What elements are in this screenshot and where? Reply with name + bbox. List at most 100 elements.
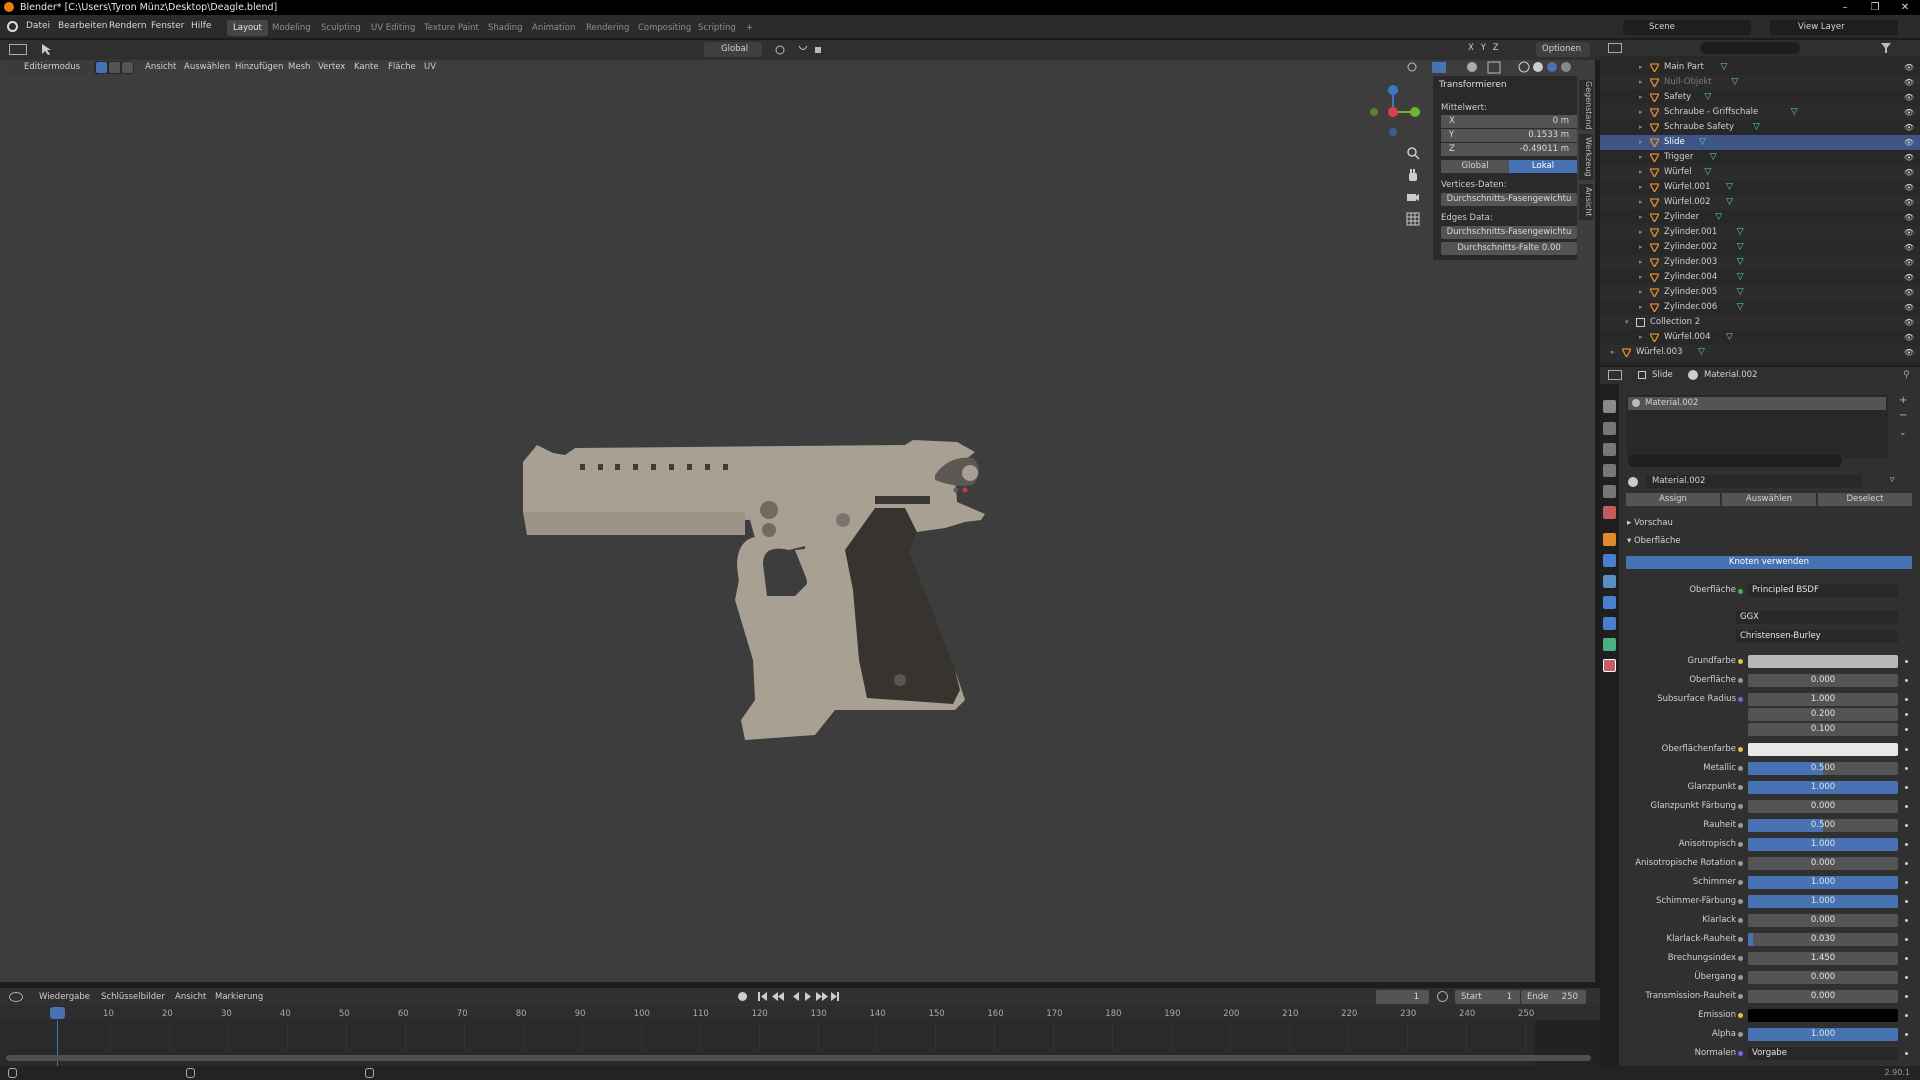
keyframe-dot-icon[interactable] [1905,843,1908,846]
face-select-icon[interactable] [122,62,133,73]
color-swatch[interactable] [1748,743,1898,756]
mesh-data-icon[interactable]: ▽ [1726,180,1733,195]
scene-selector[interactable]: Scene [1623,20,1751,35]
median-z-field[interactable]: Z -0.49011 m [1441,143,1577,156]
menu-edit[interactable]: Bearbeiten [58,21,107,31]
vector-input-field[interactable]: Vorgabe [1748,1047,1898,1060]
keyframe-dot-icon[interactable] [1905,881,1908,884]
outliner-row[interactable]: ▸ Würfel.004 ▽ 👁 [1600,330,1920,345]
tab-layout[interactable]: Layout [227,20,268,36]
vector-component-field[interactable]: 0.100 [1748,723,1898,736]
keyframe-dot-icon[interactable] [1905,976,1908,979]
output-tab-icon[interactable] [1603,443,1616,456]
menu-playback[interactable]: Wiedergabe [39,992,90,1002]
zoom-icon[interactable] [1406,146,1420,160]
visibility-eye-icon[interactable]: 👁 [1904,150,1914,165]
socket-dot-icon[interactable] [1738,918,1743,923]
keyframe-dot-icon[interactable] [1905,728,1908,731]
mesh-data-icon[interactable]: ▽ [1731,75,1738,90]
scene-tab-icon[interactable] [1603,485,1616,498]
3d-viewport[interactable]: Editiermodus Ansicht Auswählen Hinzufüge… [0,60,1595,982]
orientation-dropdown[interactable]: Global [704,42,762,57]
vertex-select-icon[interactable] [96,62,107,73]
world-tab-icon[interactable] [1603,506,1616,519]
outliner-row[interactable]: ▸ Zylinder.003 ▽ 👁 [1600,255,1920,270]
visibility-eye-icon[interactable]: 👁 [1904,90,1914,105]
expand-arrow-icon[interactable]: ▸ [1639,330,1643,345]
timeline-area[interactable]: 1102030405060708090100110120130140150160… [0,1006,1600,1066]
menu-markers[interactable]: Markierung [215,992,263,1002]
mesh-data-icon[interactable]: ▽ [1699,135,1706,150]
view-layer-tab-icon[interactable] [1603,464,1616,477]
keyframe-dot-icon[interactable] [1905,805,1908,808]
keyframe-dot-icon[interactable] [1905,679,1908,682]
outliner-row[interactable]: ▸ Safety ▽ 👁 [1600,90,1920,105]
slider-field[interactable]: 0.000 [1748,990,1898,1003]
slider-field[interactable]: 0.000 [1748,800,1898,813]
slider-field[interactable]: 1.000 [1748,1028,1898,1041]
tab-view[interactable]: Ansicht [1579,184,1593,220]
playback-controls[interactable] [756,990,841,1003]
tab-texture-paint[interactable]: Texture Paint [418,20,485,36]
menu-render[interactable]: Rendern [109,21,147,31]
expand-arrow-icon[interactable]: ▸ [1639,210,1643,225]
slot-filter-input[interactable] [1628,455,1842,467]
distribution-dropdown[interactable]: GGX [1736,611,1898,624]
minimize-button[interactable]: – [1830,0,1860,15]
menu-help[interactable]: Hilfe [191,21,211,31]
outliner-editor-icon[interactable] [1608,43,1622,53]
mesh-data-icon[interactable]: ▽ [1726,330,1733,345]
keyframe-dot-icon[interactable] [1905,824,1908,827]
clock-icon[interactable] [1437,991,1448,1002]
frame-ruler[interactable] [0,1006,1600,1020]
color-swatch[interactable] [1748,655,1898,668]
menu-timeline-view[interactable]: Ansicht [175,992,206,1002]
keyframe-dot-icon[interactable] [1905,938,1908,941]
outliner-row[interactable]: ▸ Main Part ▽ 👁 [1600,60,1920,75]
mesh-data-icon[interactable]: ▽ [1753,120,1760,135]
tab-scripting[interactable]: Scripting [692,20,742,36]
view-layer-selector[interactable]: View Layer [1770,20,1898,35]
slider-field[interactable]: 0.000 [1748,971,1898,984]
render-tab-icon[interactable] [1603,422,1616,435]
mesh-data-icon[interactable]: ▽ [1726,195,1733,210]
keyframe-dot-icon[interactable] [1905,1033,1908,1036]
expand-arrow-icon[interactable]: ▸ [1639,90,1643,105]
edge-bevel-weight-field[interactable]: Durchschnitts-Fasengewichtu [1441,226,1577,239]
mirror-x[interactable]: X [1468,43,1474,53]
slider-field[interactable]: 0.500 [1748,762,1898,775]
expand-arrow-icon[interactable]: ▸ [1639,135,1643,150]
outliner-row[interactable]: ▸ Zylinder.005 ▽ 👁 [1600,285,1920,300]
subsurface-method-dropdown[interactable]: Christensen-Burley [1736,630,1898,643]
outliner-row[interactable]: ▸ Null-Objekt ▽ 👁 [1600,75,1920,90]
outliner-row[interactable]: ▸ Schraube Safety ▽ 👁 [1600,120,1920,135]
keyframe-dot-icon[interactable] [1905,919,1908,922]
visibility-eye-icon[interactable]: 👁 [1904,300,1914,315]
timeline-scrollbar[interactable] [6,1055,1591,1061]
outliner-row[interactable]: ▸ Slide ▽ 👁 [1600,135,1920,150]
assign-button[interactable]: Assign [1626,493,1720,506]
mesh-data-icon[interactable]: ▽ [1737,300,1744,315]
mesh-data-icon[interactable]: ▽ [1737,240,1744,255]
material-tab-icon[interactable] [1603,659,1616,672]
options-dropdown[interactable]: Optionen [1536,42,1590,57]
visibility-eye-icon[interactable]: 👁 [1904,75,1914,90]
expand-arrow-icon[interactable]: ▸ [1639,165,1643,180]
mesh-data-icon[interactable]: ▽ [1737,285,1744,300]
expand-arrow-icon[interactable]: ▸ [1639,120,1643,135]
expand-arrow-icon[interactable]: ▸ [1639,270,1643,285]
tab-tool[interactable]: Werkzeug [1579,134,1593,180]
outliner-row[interactable]: ▸ Würfel.003 ▽ 👁 [1600,345,1920,360]
blender-menu-icon[interactable] [7,21,18,32]
keyframe-dot-icon[interactable] [1905,748,1908,751]
visibility-eye-icon[interactable]: 👁 [1904,285,1914,300]
socket-dot-icon[interactable] [1738,823,1743,828]
visibility-eye-icon[interactable]: 👁 [1904,180,1914,195]
local-toggle[interactable]: Lokal [1509,160,1577,173]
slider-field[interactable]: 0.000 [1748,674,1898,687]
pan-hand-icon[interactable] [1406,168,1420,182]
material-browse-icon[interactable] [1628,477,1638,487]
socket-dot-icon[interactable] [1738,659,1743,664]
menu-vertex[interactable]: Vertex [318,62,345,72]
edge-select-icon[interactable] [109,62,120,73]
